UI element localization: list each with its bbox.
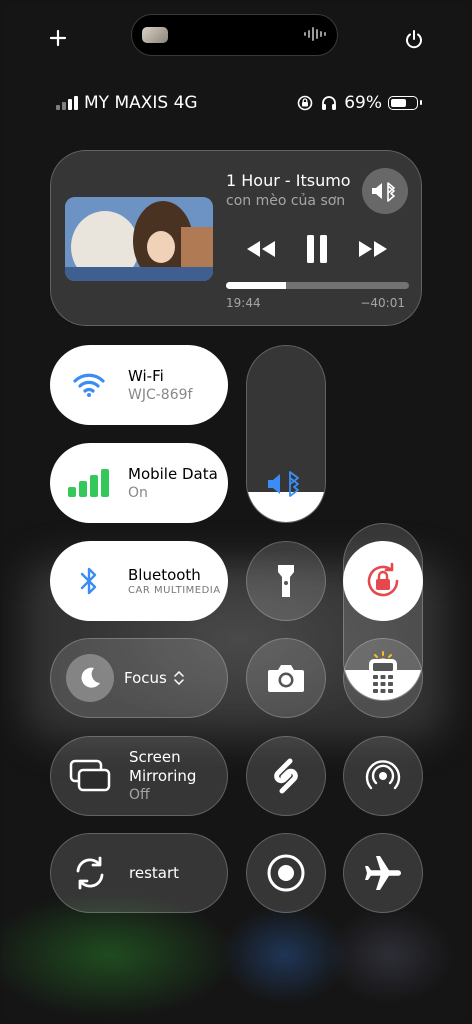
headphones-icon bbox=[322, 96, 337, 110]
wifi-icon bbox=[73, 373, 105, 397]
fast-forward-icon bbox=[359, 241, 387, 257]
flashlight-button[interactable] bbox=[246, 541, 326, 621]
add-control-button[interactable] bbox=[46, 26, 70, 50]
battery-icon bbox=[388, 96, 422, 110]
audio-waveform-icon bbox=[304, 27, 326, 41]
dynamic-island[interactable] bbox=[131, 14, 338, 56]
pause-button[interactable] bbox=[299, 231, 335, 267]
audio-output-button[interactable] bbox=[362, 168, 408, 214]
now-playing-thumbnail bbox=[142, 27, 168, 43]
focus-label: Focus bbox=[124, 668, 167, 687]
rewind-icon bbox=[247, 241, 275, 257]
screen-record-button[interactable] bbox=[246, 833, 326, 913]
remaining-time: −40:01 bbox=[360, 296, 405, 310]
plus-icon bbox=[49, 29, 67, 47]
shazam-icon bbox=[274, 758, 298, 794]
song-title: 1 Hour - Itsumo Nando Demo bbox=[226, 171, 352, 190]
mobile-data-status: On bbox=[128, 484, 148, 501]
camera-button[interactable] bbox=[246, 638, 326, 718]
signal-bars-icon bbox=[56, 96, 78, 110]
screen-mirroring-label-line1: Screen bbox=[129, 748, 181, 766]
mobile-data-label: Mobile Data bbox=[128, 464, 218, 483]
screen-mirroring-button[interactable]: Screen Mirroring Off bbox=[50, 736, 228, 816]
broadcast-icon bbox=[365, 760, 401, 790]
restart-shortcut-button[interactable]: restart bbox=[50, 833, 228, 913]
fast-forward-button[interactable] bbox=[355, 231, 391, 267]
bluetooth-toggle[interactable]: Bluetooth CAR MULTIMEDIA bbox=[50, 541, 228, 621]
shazam-button[interactable] bbox=[246, 736, 326, 816]
album-art[interactable] bbox=[65, 197, 213, 281]
elapsed-time: 19:44 bbox=[226, 296, 261, 310]
rewind-button[interactable] bbox=[243, 231, 279, 267]
calculator-button[interactable] bbox=[343, 638, 423, 718]
camera-icon bbox=[268, 665, 304, 692]
bluetooth-label: Bluetooth bbox=[128, 566, 201, 584]
mobile-data-toggle[interactable]: Mobile Data On bbox=[50, 443, 228, 523]
bluetooth-device-name: CAR MULTIMEDIA bbox=[128, 585, 221, 596]
live-listen-button[interactable] bbox=[343, 736, 423, 816]
playback-progress-bar[interactable] bbox=[226, 282, 409, 289]
cellular-signal-icon bbox=[68, 469, 109, 497]
orientation-lock-icon bbox=[367, 562, 399, 597]
pause-icon bbox=[307, 235, 327, 263]
airplane-icon bbox=[365, 856, 401, 890]
focus-moon-button[interactable] bbox=[66, 654, 114, 702]
restart-label: restart bbox=[129, 863, 180, 882]
speaker-bluetooth-icon bbox=[372, 182, 395, 202]
flashlight-icon bbox=[278, 565, 294, 597]
screen-mirroring-status: Off bbox=[129, 787, 150, 803]
carrier-label: MY MAXIS 4G bbox=[84, 93, 198, 113]
record-icon bbox=[267, 854, 305, 892]
status-bar: MY MAXIS 4G 69% bbox=[56, 92, 422, 114]
speaker-bluetooth-volume-icon bbox=[247, 471, 325, 497]
orientation-lock-button[interactable] bbox=[343, 541, 423, 621]
battery-percent: 69% bbox=[344, 93, 382, 113]
wifi-network-name: WJC-869f bbox=[128, 386, 193, 403]
moon-icon bbox=[81, 667, 100, 688]
wifi-toggle[interactable]: Wi-Fi WJC-869f bbox=[50, 345, 228, 425]
song-artist: con mèo của sơn bbox=[226, 193, 346, 209]
volume-slider[interactable] bbox=[246, 345, 326, 523]
power-icon bbox=[406, 30, 422, 49]
wifi-label: Wi-Fi bbox=[128, 366, 164, 385]
calculator-icon bbox=[369, 659, 397, 697]
rotation-lock-icon bbox=[297, 95, 313, 111]
power-button[interactable] bbox=[402, 28, 426, 52]
screen-mirroring-label-line2: Mirroring bbox=[129, 767, 197, 785]
restart-arrows-icon bbox=[76, 856, 104, 890]
bluetooth-icon bbox=[80, 567, 97, 595]
album-art-illustration bbox=[65, 197, 213, 281]
now-playing-widget[interactable]: 1 Hour - Itsumo Nando Demo con mèo của s… bbox=[50, 150, 422, 326]
chevron-up-down-icon bbox=[174, 671, 184, 685]
focus-button[interactable]: Focus bbox=[50, 638, 228, 718]
airplane-mode-button[interactable] bbox=[343, 833, 423, 913]
screen-mirroring-icon bbox=[69, 759, 111, 792]
